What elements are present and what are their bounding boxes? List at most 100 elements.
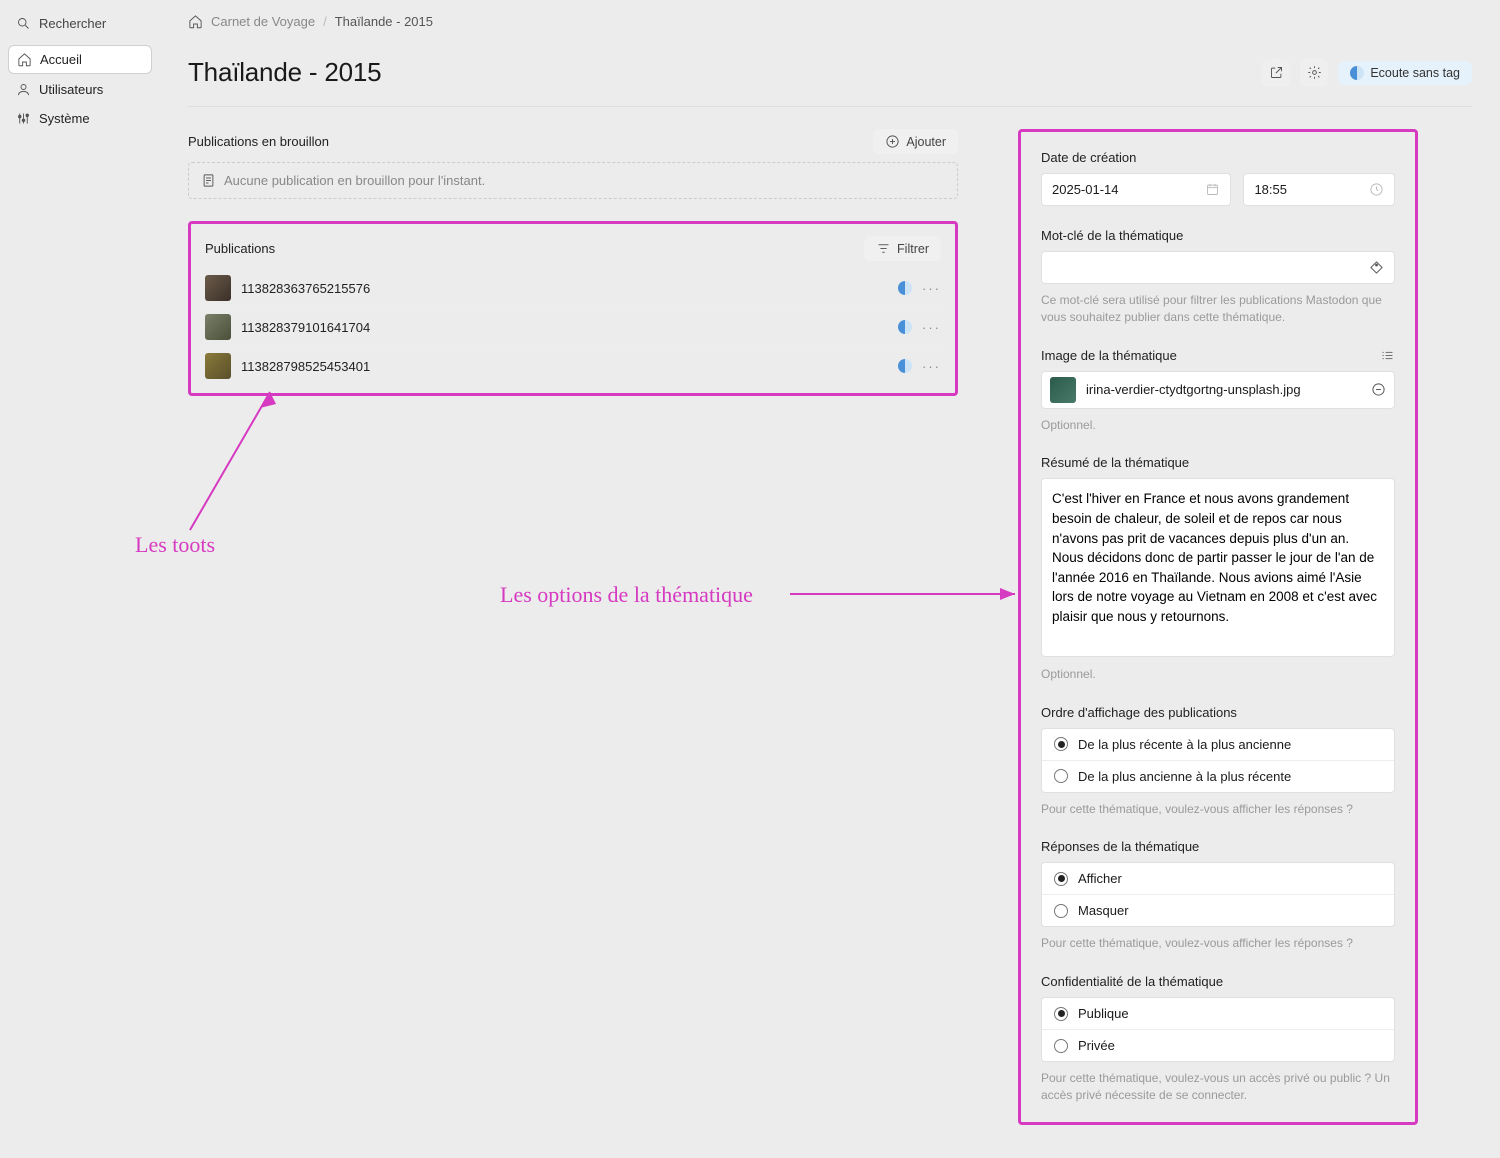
publication-row[interactable]: 113828379101641704 ··· <box>205 308 941 347</box>
order-option-oldest[interactable]: De la plus ancienne à la plus récente <box>1042 760 1394 792</box>
more-menu[interactable]: ··· <box>922 281 941 296</box>
filter-button[interactable]: Filtrer <box>864 236 941 261</box>
title-row: Thaïlande - 2015 Ecoute sans tag <box>188 57 1472 107</box>
image-help: Optionnel. <box>1041 417 1395 434</box>
nav-system[interactable]: Système <box>8 105 152 132</box>
search-trigger[interactable]: Rechercher <box>8 12 152 35</box>
image-file-row[interactable]: irina-verdier-ctydtgortng-unsplash.jpg <box>1041 371 1395 409</box>
nav-users[interactable]: Utilisateurs <box>8 76 152 103</box>
title-actions: Ecoute sans tag <box>1262 59 1472 87</box>
order-option-recent[interactable]: De la plus récente à la plus ancienne <box>1042 729 1394 760</box>
home-icon[interactable] <box>188 14 203 29</box>
plus-circle-icon <box>885 134 900 149</box>
annotation-options: Les options de la thématique <box>500 582 753 608</box>
publications-panel: Publications Filtrer 113828363765215576 … <box>188 221 958 396</box>
date-row: 2025-01-14 18:55 <box>1041 173 1395 206</box>
radio-icon <box>1054 1039 1068 1053</box>
left-column: Publications en brouillon Ajouter Aucune… <box>188 129 958 396</box>
radio-icon <box>1054 1007 1068 1021</box>
remove-icon[interactable] <box>1371 382 1386 397</box>
replies-help: Pour cette thématique, voulez-vous affic… <box>1041 935 1395 952</box>
drafts-title: Publications en brouillon <box>188 134 329 149</box>
publication-actions: ··· <box>898 359 941 374</box>
drafts-empty: Aucune publication en brouillon pour l'i… <box>188 162 958 199</box>
annotation-toots: Les toots <box>135 532 215 558</box>
visibility-toggle[interactable] <box>898 320 912 334</box>
calendar-icon <box>1205 182 1220 197</box>
external-link-icon <box>1269 65 1284 80</box>
listen-label: Ecoute sans tag <box>1370 66 1460 80</box>
publication-thumbnail <box>205 314 231 340</box>
breadcrumb-current: Thaïlande - 2015 <box>335 14 433 29</box>
clock-icon <box>1369 182 1384 197</box>
publication-thumbnail <box>205 275 231 301</box>
breadcrumb-sep: / <box>323 14 327 29</box>
visibility-toggle[interactable] <box>898 359 912 373</box>
search-icon <box>16 16 31 31</box>
order-label: Ordre d'affichage des publications <box>1041 705 1395 720</box>
home-icon <box>17 52 32 67</box>
search-label: Rechercher <box>39 16 106 31</box>
gear-icon <box>1307 65 1322 80</box>
listen-pill[interactable]: Ecoute sans tag <box>1338 61 1472 85</box>
breadcrumb-root[interactable]: Carnet de Voyage <box>211 14 315 29</box>
replies-option-hide[interactable]: Masquer <box>1042 894 1394 926</box>
order-radios: De la plus récente à la plus ancienne De… <box>1041 728 1395 793</box>
more-menu[interactable]: ··· <box>922 320 941 335</box>
publication-thumbnail <box>205 353 231 379</box>
publication-row[interactable]: 113828798525453401 ··· <box>205 347 941 385</box>
nav-label: Utilisateurs <box>39 82 103 97</box>
options-panel: Date de création 2025-01-14 18:55 Mot-cl… <box>1018 129 1418 1125</box>
image-thumbnail <box>1050 377 1076 403</box>
nav-home[interactable]: Accueil <box>8 45 152 74</box>
sidebar: Rechercher Accueil Utilisateurs Système <box>0 0 160 1158</box>
half-circle-icon <box>1350 66 1364 80</box>
content-row: Publications en brouillon Ajouter Aucune… <box>188 129 1472 1125</box>
sliders-icon <box>16 111 31 126</box>
visibility-toggle[interactable] <box>898 281 912 295</box>
more-menu[interactable]: ··· <box>922 359 941 374</box>
summary-textarea[interactable] <box>1041 478 1395 657</box>
tag-icon <box>1369 260 1384 275</box>
date-input[interactable]: 2025-01-14 <box>1041 173 1231 206</box>
privacy-option-public[interactable]: Publique <box>1042 998 1394 1029</box>
time-input[interactable]: 18:55 <box>1243 173 1395 206</box>
pubs-header: Publications Filtrer <box>205 236 941 261</box>
breadcrumb: Carnet de Voyage / Thaïlande - 2015 <box>188 14 1472 29</box>
nav-label: Système <box>39 111 90 126</box>
publication-id: 113828379101641704 <box>241 320 888 335</box>
keyword-help: Ce mot-clé sera utilisé pour filtrer les… <box>1041 292 1395 326</box>
external-link-button[interactable] <box>1262 59 1290 87</box>
page-title: Thaïlande - 2015 <box>188 57 381 88</box>
privacy-option-private[interactable]: Privée <box>1042 1029 1394 1061</box>
publication-id: 113828363765215576 <box>241 281 888 296</box>
image-filename: irina-verdier-ctydtgortng-unsplash.jpg <box>1086 382 1361 397</box>
replies-label: Réponses de la thématique <box>1041 839 1395 854</box>
summary-help: Optionnel. <box>1041 666 1395 683</box>
main-content: Carnet de Voyage / Thaïlande - 2015 Thaï… <box>160 0 1500 1158</box>
order-help: Pour cette thématique, voulez-vous affic… <box>1041 801 1395 818</box>
filter-icon <box>876 241 891 256</box>
document-icon <box>201 173 216 188</box>
users-icon <box>16 82 31 97</box>
replies-radios: Afficher Masquer <box>1041 862 1395 927</box>
publication-actions: ··· <box>898 320 941 335</box>
list-toggle-icon[interactable] <box>1380 348 1395 363</box>
radio-icon <box>1054 737 1068 751</box>
keyword-label: Mot-clé de la thématique <box>1041 228 1395 243</box>
settings-button[interactable] <box>1300 59 1328 87</box>
privacy-radios: Publique Privée <box>1041 997 1395 1062</box>
keyword-input[interactable] <box>1041 251 1395 284</box>
image-header: Image de la thématique <box>1041 348 1395 363</box>
privacy-label: Confidentialité de la thématique <box>1041 974 1395 989</box>
replies-option-show[interactable]: Afficher <box>1042 863 1394 894</box>
publication-actions: ··· <box>898 281 941 296</box>
publication-row[interactable]: 113828363765215576 ··· <box>205 269 941 308</box>
add-draft-button[interactable]: Ajouter <box>873 129 958 154</box>
nav-label: Accueil <box>40 52 82 67</box>
summary-label: Résumé de la thématique <box>1041 455 1395 470</box>
drafts-header: Publications en brouillon Ajouter <box>188 129 958 154</box>
radio-icon <box>1054 769 1068 783</box>
drafts-empty-text: Aucune publication en brouillon pour l'i… <box>224 173 485 188</box>
privacy-help: Pour cette thématique, voulez-vous un ac… <box>1041 1070 1395 1104</box>
